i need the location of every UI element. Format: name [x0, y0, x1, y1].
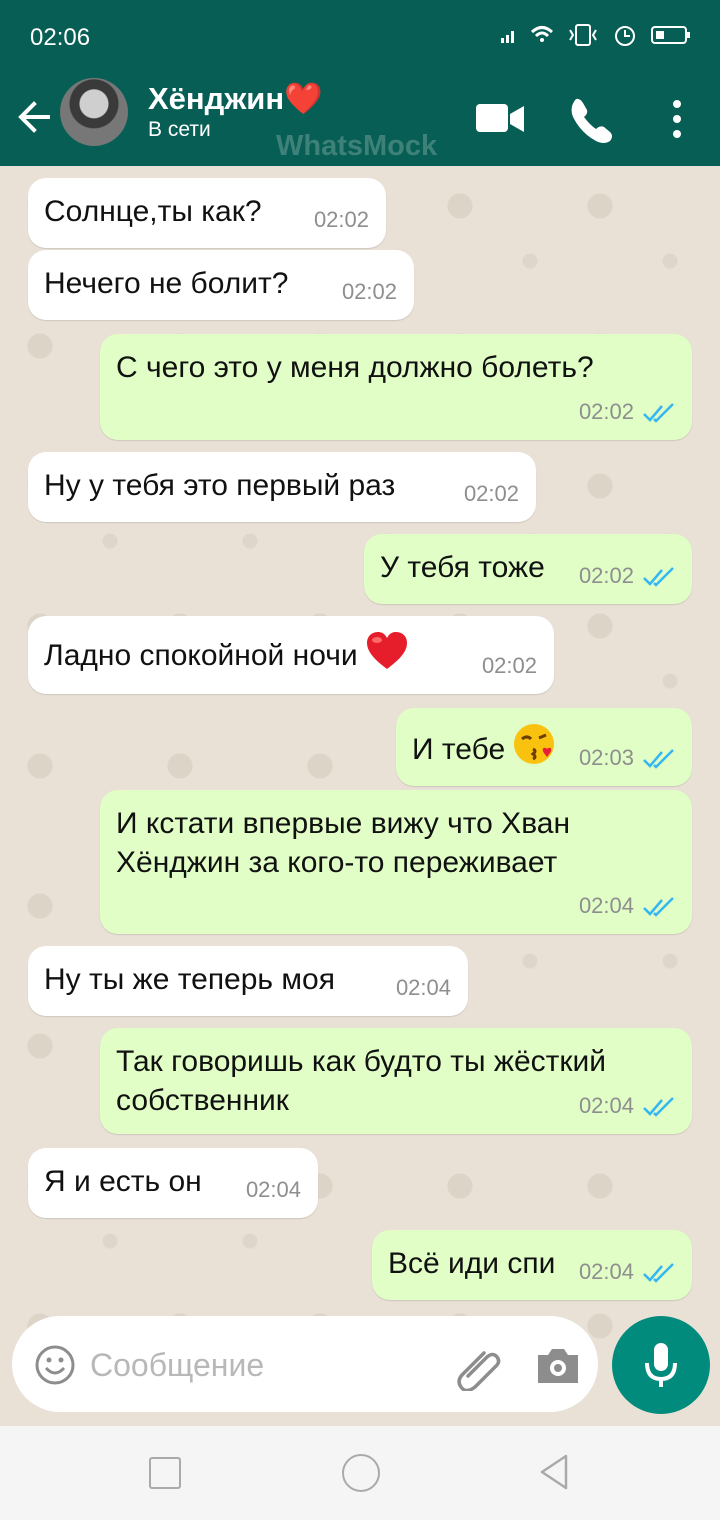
status-bar: 02:06: [0, 0, 720, 76]
message-time: 02:02: [578, 563, 634, 588]
message-text-row: Ладно спокойной ночи: [44, 630, 409, 675]
alarm-icon: [615, 26, 635, 46]
message-composer[interactable]: Сообщение: [12, 1316, 598, 1412]
message-text: Я и есть он: [44, 1165, 202, 1198]
battery-icon: [651, 26, 690, 44]
wifi-icon: [530, 26, 554, 42]
record-voice-button[interactable]: [612, 1316, 710, 1414]
message-text: У тебя тоже: [380, 551, 545, 584]
read-receipt-icon: [643, 749, 674, 769]
message-text-line: Хёнджин за кого-то переживает: [116, 846, 558, 879]
recent-apps-button[interactable]: [149, 1457, 181, 1489]
message-time: 02:02: [463, 481, 519, 506]
message-time: 02:04: [578, 893, 634, 918]
message-text: Солнце,ты как?: [44, 195, 262, 228]
read-receipt-icon: [643, 1097, 674, 1117]
message-outgoing[interactable]: И кстати впервые вижу что Хван Хёнджин з…: [100, 790, 692, 934]
message-outgoing[interactable]: С чего это у меня должно болеть? 02:02: [100, 334, 692, 440]
message-text: Нечего не болит?: [44, 267, 289, 300]
video-call-icon[interactable]: [476, 94, 526, 144]
message-incoming[interactable]: Я и есть он 02:04: [28, 1148, 318, 1218]
system-back-icon[interactable]: [538, 1452, 570, 1492]
message-text: Ладно спокойной ночи: [44, 639, 358, 672]
message-outgoing[interactable]: Так говоришь как будто ты жёсткий собств…: [100, 1028, 692, 1134]
message-list[interactable]: Солнце,ты как? 02:02 Нечего не болит? 02…: [0, 166, 720, 1423]
message-time: 02:04: [245, 1177, 301, 1202]
message-text: Ну у тебя это первый раз: [44, 469, 396, 502]
camera-icon[interactable]: [534, 1346, 582, 1386]
status-time: 02:06: [30, 24, 91, 51]
vibrate-icon: [569, 24, 597, 46]
message-outgoing[interactable]: У тебя тоже 02:02: [364, 534, 692, 604]
message-text: Ну ты же теперь моя: [44, 963, 335, 996]
message-time: 02:02: [313, 207, 369, 232]
microphone-icon: [645, 1343, 677, 1387]
watermark: WhatsMock: [276, 130, 438, 162]
message-text: И тебе: [412, 733, 506, 766]
read-receipt-icon: [643, 567, 674, 587]
kiss-face-icon: [514, 724, 555, 764]
attachment-icon[interactable]: [456, 1345, 502, 1391]
status-icons: [500, 22, 692, 48]
message-time: 02:04: [578, 1259, 634, 1284]
message-time: 02:02: [341, 279, 397, 304]
contact-status: В сети: [148, 118, 211, 141]
more-options-icon[interactable]: [658, 94, 696, 144]
back-arrow-icon[interactable]: [14, 96, 56, 138]
red-heart-icon: [366, 632, 407, 669]
system-navigation-bar: [0, 1426, 720, 1520]
message-time: 02:03: [578, 745, 634, 770]
message-time: 02:04: [578, 1093, 634, 1118]
message-text-row: И кстати впервые вижу что Хван Хёнджин з…: [116, 804, 570, 882]
message-text: Всё иди спи: [388, 1247, 556, 1280]
emoji-icon[interactable]: [34, 1344, 76, 1386]
message-text-row: И тебе: [412, 722, 556, 769]
message-incoming[interactable]: Ладно спокойной ночи 02:02: [28, 616, 554, 694]
message-text-line: собственник: [116, 1084, 289, 1117]
message-incoming[interactable]: Нечего не болит? 02:02: [28, 250, 414, 320]
message-text-row: Так говоришь как будто ты жёсткий собств…: [116, 1042, 606, 1120]
read-receipt-icon: [643, 897, 674, 917]
read-receipt-icon: [643, 403, 674, 423]
chat-header: Хёнджин❤️ В сети WhatsMock: [0, 76, 720, 166]
message-text-line: Так говоришь как будто ты жёсткий: [116, 1045, 607, 1078]
message-input[interactable]: Сообщение: [90, 1347, 264, 1384]
message-time: 02:02: [578, 399, 634, 424]
home-button[interactable]: [342, 1454, 380, 1492]
read-receipt-icon: [643, 1263, 674, 1283]
message-incoming[interactable]: Ну у тебя это первый раз 02:02: [28, 452, 536, 522]
avatar[interactable]: [60, 78, 128, 146]
network-signal-icon: [501, 31, 514, 43]
message-text-line: И кстати впервые вижу что Хван: [116, 807, 571, 840]
message-incoming[interactable]: Ну ты же теперь моя 02:04: [28, 946, 468, 1016]
phone-icon[interactable]: [566, 94, 616, 144]
message-text: С чего это у меня должно болеть?: [116, 351, 594, 384]
message-time: 02:02: [481, 653, 537, 678]
message-outgoing[interactable]: Всё иди спи 02:04: [372, 1230, 692, 1300]
message-time: 02:04: [395, 975, 451, 1000]
message-incoming[interactable]: Солнце,ты как? 02:02: [28, 178, 386, 248]
message-outgoing[interactable]: И тебе 02:03: [396, 708, 692, 786]
contact-name[interactable]: Хёнджин❤️: [148, 80, 323, 117]
